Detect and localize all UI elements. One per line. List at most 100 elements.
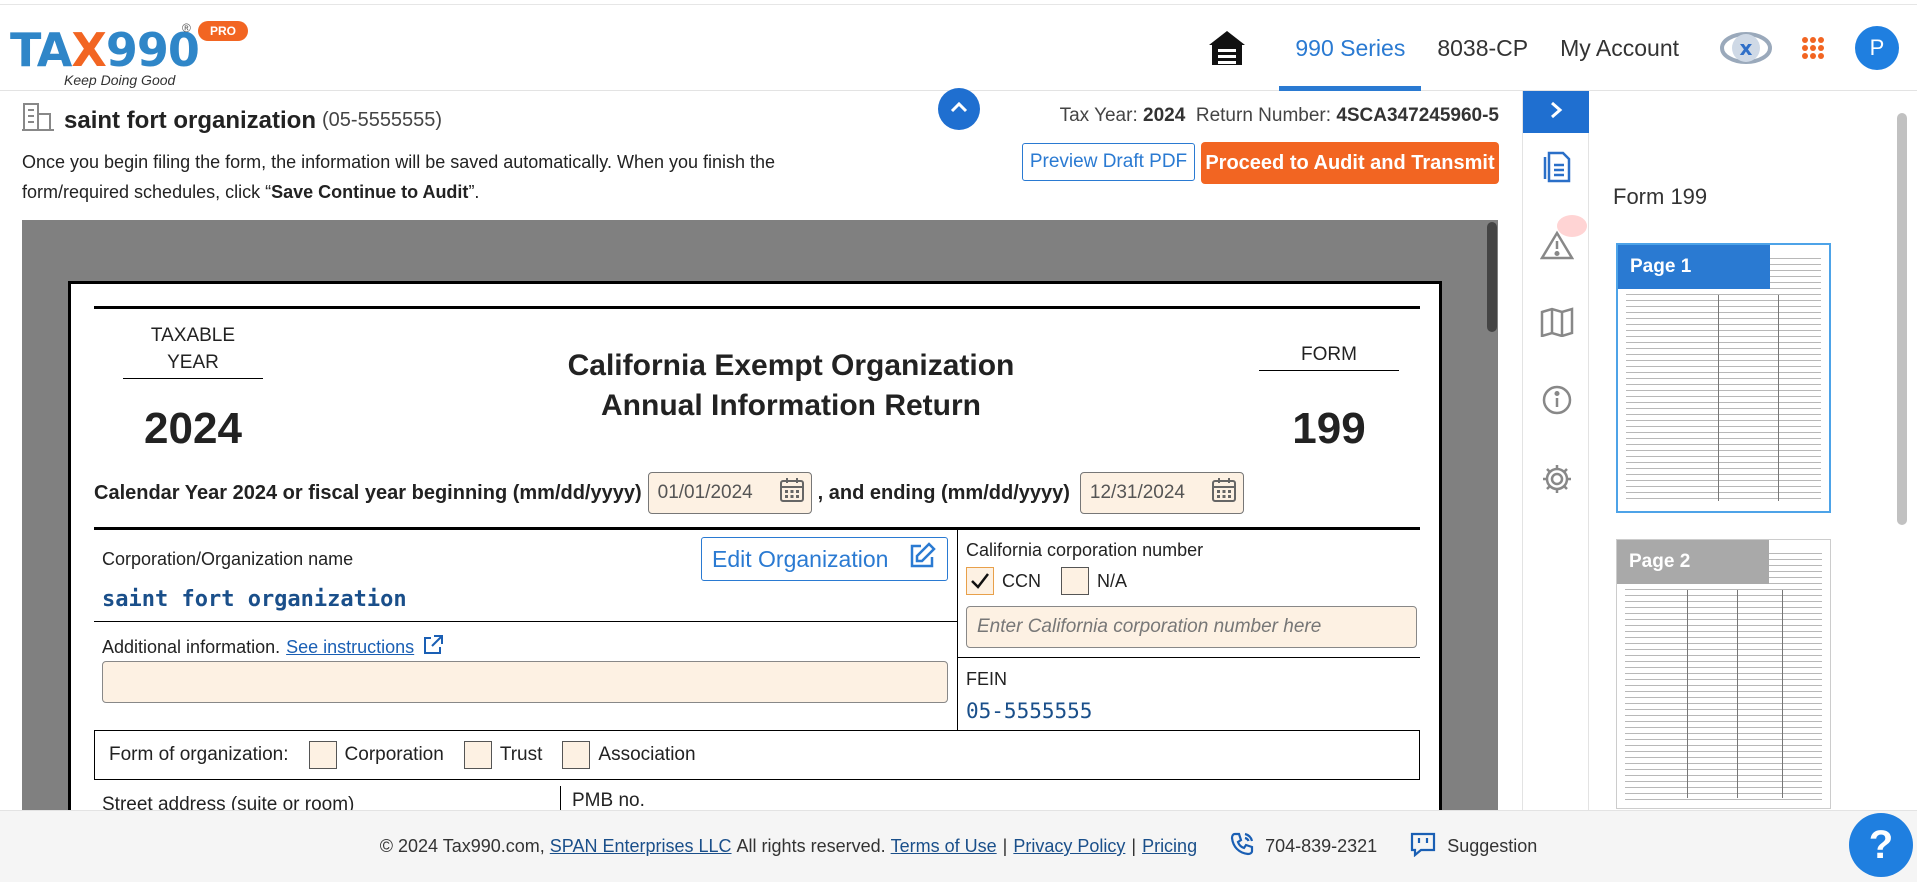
form-top-rule [94, 306, 1420, 309]
page-thumbnail-label: Page 2 [1617, 540, 1769, 584]
external-link-icon[interactable] [422, 634, 444, 661]
organization-name: saint fort organization [64, 106, 316, 134]
ccn-label: California corporation number [966, 540, 1204, 560]
taxable-year-value: 2024 [144, 404, 242, 453]
alert-count-badge [1557, 215, 1587, 237]
tax-year-value: 2024 [1143, 105, 1186, 126]
return-number-value: 4SCA347245960-5 [1336, 105, 1499, 126]
page-thumbnail-1[interactable]: Page 1 [1616, 243, 1831, 513]
info-icon[interactable] [1540, 383, 1574, 417]
tool-strip [1522, 91, 1589, 810]
thumbnail-panel-title: Form 199 [1613, 184, 1708, 209]
phone-icon [1229, 831, 1255, 862]
column-divider [560, 786, 561, 810]
main-nav: 990 Series 8038-CP My Account x P [1201, 5, 1917, 91]
nav-8038-cp[interactable]: 8038-CP [1421, 5, 1544, 91]
logo-wordmark: TAX990 [10, 23, 200, 77]
form-page: TAXABLE YEAR 2024 California Exempt Orga… [68, 281, 1442, 810]
ccn-options: CCN N/A [966, 567, 1127, 595]
logo-tagline: Keep Doing Good [64, 72, 176, 88]
thumbnail-panel: Form 199 Page 1 Page 2 [1590, 91, 1917, 810]
edit-organization-button[interactable]: Edit Organization [701, 537, 948, 581]
corp-name-label: Corporation/Organization name [102, 549, 354, 569]
association-checkbox[interactable] [562, 741, 591, 769]
terms-link[interactable]: Terms of Use [891, 836, 997, 857]
ccn-input[interactable]: Enter California corporation number here [966, 606, 1417, 648]
collapse-header-button[interactable] [938, 88, 980, 130]
nav-my-account[interactable]: My Account [1544, 5, 1695, 91]
taxable-year-label: TAXABLE YEAR [123, 322, 263, 379]
fein-value: 05-5555555 [966, 699, 1093, 723]
pmb-label: PMB no. [572, 790, 645, 810]
ccn-option-label: CCN [1002, 570, 1041, 591]
pro-badge: PRO [198, 21, 249, 41]
form-of-organization-row: Form of organization: Corporation Trust … [94, 730, 1420, 780]
fein-label: FEIN [966, 669, 1008, 689]
column-divider [957, 530, 958, 730]
form-number: 199 [1292, 404, 1366, 453]
additional-info-input[interactable] [102, 661, 948, 703]
calendar-icon[interactable] [1211, 477, 1237, 509]
app-header: TAX990 ® PRO Keep Doing Good 990 Series … [0, 5, 1917, 91]
chevron-right-icon [1548, 100, 1564, 125]
rights-text: All rights reserved. [736, 836, 886, 856]
address-row: Street address (suite or room) PMB no. [94, 780, 1420, 810]
viewer-scrollbar[interactable] [1487, 222, 1497, 332]
apps-x-logo-icon[interactable]: x [1717, 19, 1775, 77]
pricing-link[interactable]: Pricing [1142, 836, 1197, 857]
help-button[interactable]: ? [1849, 813, 1913, 877]
settings-gear-icon[interactable] [1540, 462, 1574, 496]
document-icon[interactable] [1540, 149, 1574, 183]
row-rule [94, 621, 957, 622]
building-icon [22, 102, 54, 139]
org-type-association[interactable]: Association [562, 741, 696, 769]
edit-icon [907, 541, 937, 577]
org-type-trust[interactable]: Trust [463, 741, 542, 769]
section-rule [94, 527, 1420, 530]
tax990-logo[interactable]: TAX990 ® PRO Keep Doing Good [10, 13, 260, 89]
suggestion-chat-icon [1409, 831, 1437, 862]
form-label: FORM [1259, 344, 1399, 371]
org-type-corporation[interactable]: Corporation [308, 741, 444, 769]
page-thumbnail-label: Page 1 [1618, 245, 1770, 289]
page-scrollbar-thumb[interactable] [1897, 113, 1907, 525]
begin-date-input[interactable]: 01/01/2024 [647, 472, 812, 514]
organization-header: saint fort organization (05-5555555) [22, 102, 442, 139]
fiscal-year-row: Calendar Year 2024 or fiscal year beginn… [94, 472, 1250, 514]
chevron-up-icon [949, 100, 969, 119]
row-rule [957, 657, 1420, 658]
street-address-label: Street address (suite or room) [102, 794, 355, 810]
ccn-checkbox[interactable] [966, 567, 994, 595]
form-viewer: TAXABLE YEAR 2024 California Exempt Orga… [22, 220, 1498, 810]
organization-ein: (05-5555555) [322, 109, 443, 131]
home-icon[interactable] [1201, 22, 1253, 74]
calendar-icon[interactable] [779, 477, 805, 509]
app-grid-icon[interactable] [1793, 28, 1833, 68]
na-option-label: N/A [1097, 570, 1128, 591]
page-thumbnail-2[interactable]: Page 2 [1616, 539, 1831, 809]
company-link[interactable]: SPAN Enterprises LLC [550, 836, 732, 857]
proceed-to-audit-button[interactable]: Proceed to Audit and Transmit [1201, 142, 1499, 184]
see-instructions-link[interactable]: See instructions [286, 637, 414, 658]
trust-checkbox[interactable] [463, 741, 492, 769]
phone-contact[interactable]: 704-839-2321 [1229, 831, 1377, 862]
form-title: California Exempt Organization Annual Inf… [567, 349, 1015, 422]
return-meta: Tax Year: 2024 Return Number: 4SCA347245… [1059, 105, 1499, 126]
page-scrollbar[interactable] [1895, 95, 1909, 810]
preview-draft-pdf-button[interactable]: Preview Draft PDF [1022, 143, 1195, 181]
expand-panel-button[interactable] [1523, 91, 1589, 133]
na-checkbox[interactable] [1061, 567, 1089, 595]
logo-registered-mark: ® [182, 21, 191, 35]
autosave-info: Once you begin filing the form, the info… [22, 152, 776, 202]
copyright-text: © 2024 Tax990.com, [379, 836, 545, 856]
corp-name-value: saint fort organization [102, 587, 407, 612]
corporation-checkbox[interactable] [308, 741, 337, 769]
nav-990-series[interactable]: 990 Series [1279, 5, 1422, 91]
guide-book-icon[interactable] [1540, 305, 1574, 339]
svg-text:x: x [1740, 36, 1753, 60]
user-avatar[interactable]: P [1855, 26, 1899, 70]
privacy-link[interactable]: Privacy Policy [1013, 836, 1125, 857]
suggestion-link[interactable]: Suggestion [1409, 831, 1537, 862]
end-date-input[interactable]: 12/31/2024 [1079, 472, 1244, 514]
additional-info-label: Additional information. See instructions [102, 634, 444, 661]
